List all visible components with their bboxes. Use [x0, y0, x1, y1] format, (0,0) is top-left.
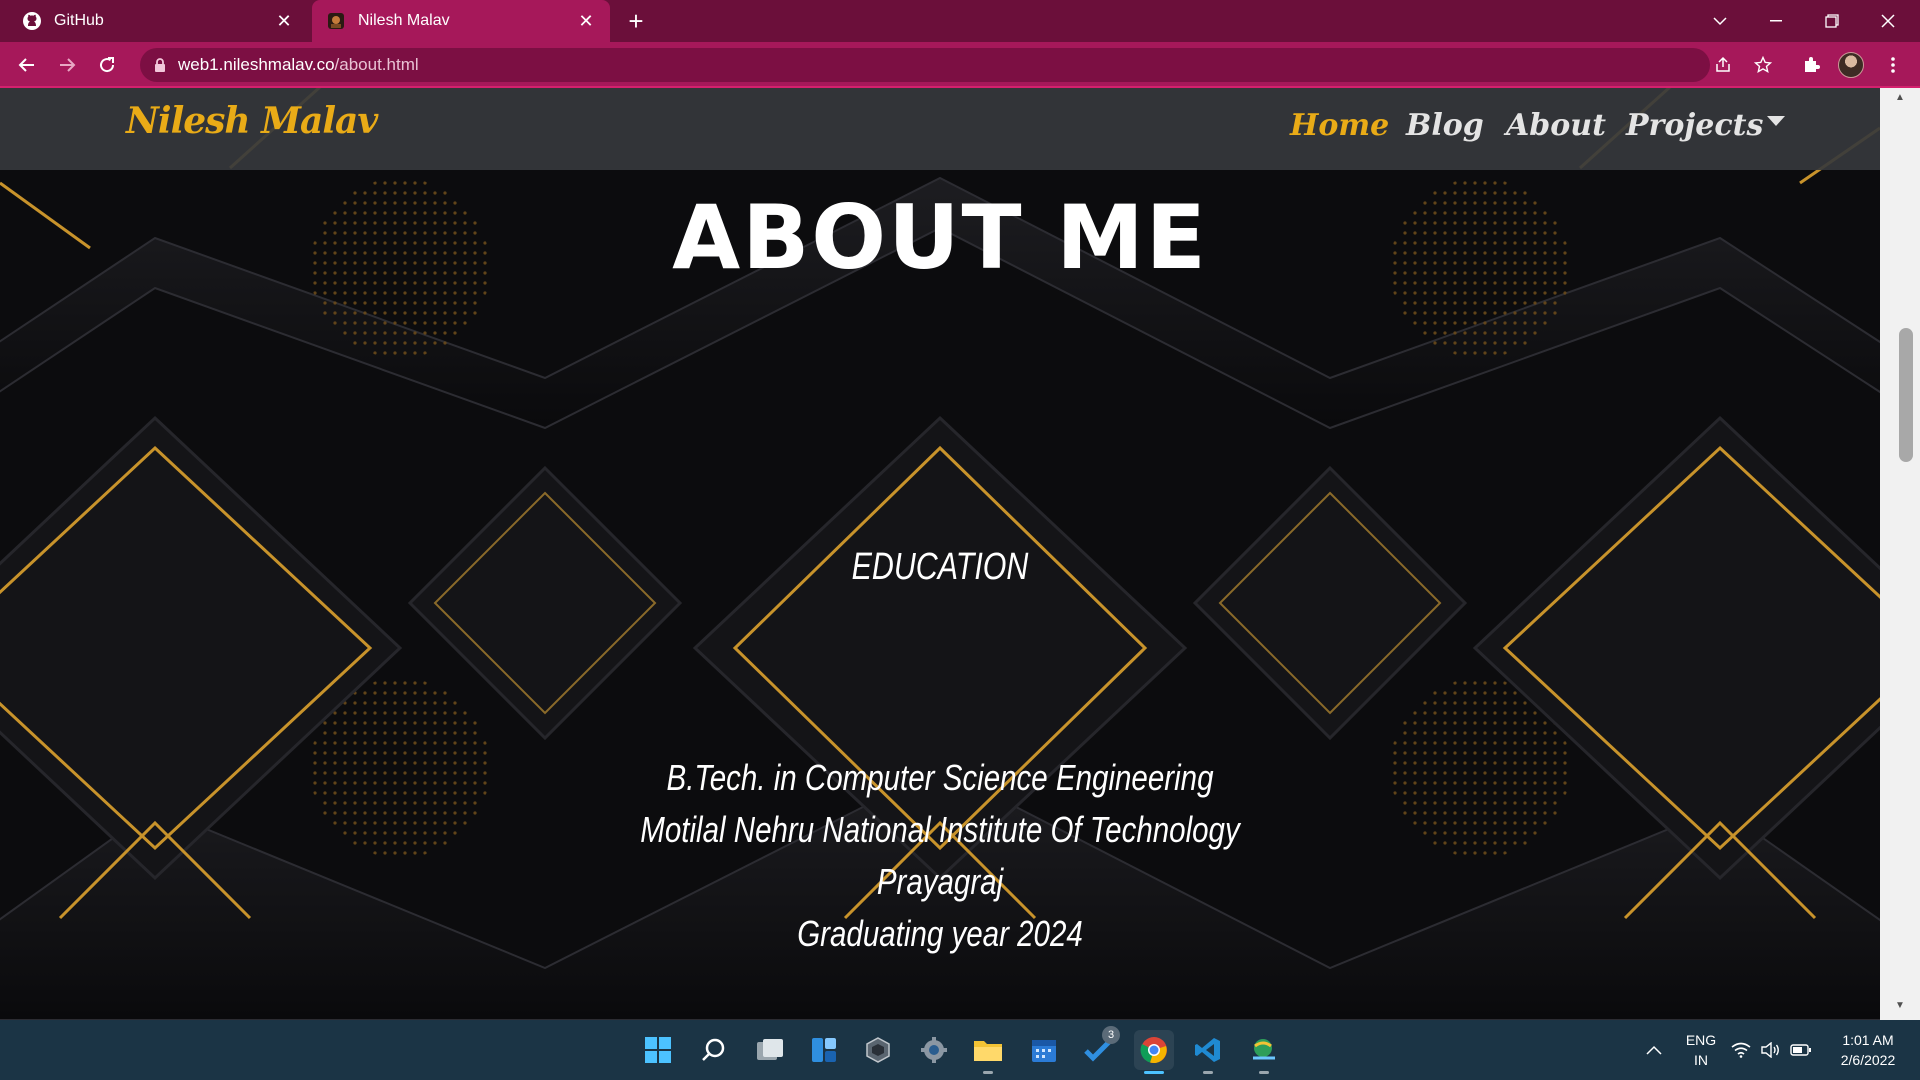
- running-indicator: [1203, 1071, 1213, 1074]
- running-indicator: [1144, 1071, 1164, 1074]
- web-page: Nilesh Malav Home Blog About Projects AB…: [0, 88, 1880, 1020]
- scrollbar-thumb[interactable]: [1899, 328, 1913, 462]
- calendar-icon[interactable]: [1024, 1030, 1064, 1070]
- region-code: IN: [1694, 1052, 1708, 1068]
- education-details: B.Tech. in Computer Science Engineering …: [0, 752, 1880, 960]
- site-brand-logo[interactable]: Nilesh Malav: [126, 100, 378, 142]
- scroll-up-icon[interactable]: ▲: [1892, 92, 1908, 108]
- running-indicator: [1259, 1071, 1269, 1074]
- settings-gear-icon[interactable]: [914, 1030, 954, 1070]
- todo-icon[interactable]: 3: [1078, 1026, 1120, 1070]
- page-title: ABOUT ME: [672, 186, 1208, 289]
- scroll-down-icon[interactable]: ▼: [1892, 1000, 1908, 1016]
- nav-projects-label: Projects: [1626, 108, 1764, 143]
- search-icon[interactable]: [694, 1030, 734, 1070]
- chrome-icon[interactable]: [1134, 1030, 1174, 1074]
- wifi-icon[interactable]: [1726, 1030, 1756, 1070]
- notification-badge: 3: [1102, 1026, 1120, 1044]
- file-explorer-icon[interactable]: [968, 1030, 1008, 1074]
- browser-tabstrip: GitHub ✕ Nilesh Malav ✕ +: [0, 0, 1920, 42]
- close-tab-icon[interactable]: ✕: [576, 11, 596, 31]
- tab-nilesh-malav[interactable]: Nilesh Malav ✕: [312, 0, 610, 42]
- education-city: Prayagraj: [876, 861, 1004, 902]
- windows-start-icon[interactable]: [638, 1030, 678, 1070]
- address-bar[interactable]: web1.nileshmalav.co/about.html: [140, 48, 1710, 82]
- site-navbar: Nilesh Malav Home Blog About Projects: [0, 88, 1880, 170]
- minimize-icon[interactable]: [1748, 0, 1804, 42]
- tab-title: Nilesh Malav: [358, 12, 450, 29]
- education-graduation-year: Graduating year 2024: [797, 913, 1083, 954]
- hexagon-app-icon[interactable]: [858, 1030, 898, 1070]
- page-scrollbar[interactable]: ▲ ▼: [1880, 88, 1920, 1020]
- lock-icon: [154, 58, 166, 72]
- tab-github[interactable]: GitHub ✕: [8, 0, 308, 42]
- battery-icon[interactable]: [1786, 1030, 1816, 1070]
- menu-kebab-icon[interactable]: [1878, 50, 1908, 80]
- vscode-icon[interactable]: [1188, 1030, 1228, 1074]
- new-tab-button[interactable]: +: [622, 8, 650, 36]
- clock-date: 2/6/2022: [1840, 1052, 1896, 1068]
- section-heading-education: EDUCATION: [851, 546, 1029, 588]
- close-window-icon[interactable]: [1860, 0, 1916, 42]
- windows-taskbar: 3 ENG IN 1:01 AM 2/6/2022: [0, 1020, 1920, 1080]
- chevron-down-icon: [1767, 116, 1786, 126]
- task-view-icon[interactable]: [750, 1030, 790, 1070]
- nav-blog-link[interactable]: Blog: [1406, 108, 1484, 143]
- forward-icon[interactable]: [52, 50, 82, 80]
- url-path: /about.html: [334, 55, 419, 74]
- bookmark-star-icon[interactable]: [1748, 50, 1778, 80]
- chevron-up-icon[interactable]: [1634, 1030, 1674, 1070]
- url-host: web1.nileshmalav.co: [178, 55, 335, 74]
- tab-title: GitHub: [54, 12, 104, 29]
- back-icon[interactable]: [12, 50, 42, 80]
- nav-about-link[interactable]: About: [1506, 108, 1606, 143]
- language-indicator[interactable]: ENG IN: [1682, 1030, 1720, 1070]
- education-institute: Motilal Nehru National Institute Of Tech…: [640, 809, 1240, 850]
- volume-icon[interactable]: [1756, 1030, 1786, 1070]
- extensions-icon[interactable]: [1796, 50, 1826, 80]
- globe-app-icon[interactable]: [1244, 1030, 1284, 1074]
- restore-icon[interactable]: [1804, 0, 1860, 42]
- profile-avatar[interactable]: [1836, 50, 1866, 80]
- system-clock[interactable]: 1:01 AM 2/6/2022: [1828, 1030, 1908, 1070]
- share-icon[interactable]: [1708, 50, 1738, 80]
- nav-projects-dropdown[interactable]: Projects: [1626, 108, 1786, 143]
- github-icon: [22, 11, 42, 31]
- close-tab-icon[interactable]: ✕: [274, 11, 294, 31]
- language-code: ENG: [1685, 1032, 1717, 1048]
- tab-search-icon[interactable]: [1692, 0, 1748, 42]
- nav-home-link[interactable]: Home: [1290, 108, 1389, 143]
- education-degree: B.Tech. in Computer Science Engineering: [666, 757, 1214, 798]
- running-indicator: [983, 1071, 993, 1074]
- reload-icon[interactable]: [92, 50, 122, 80]
- browser-toolbar: web1.nileshmalav.co/about.html: [0, 42, 1920, 88]
- clock-time: 1:01 AM: [1842, 1032, 1894, 1048]
- widgets-icon[interactable]: [804, 1030, 844, 1070]
- site-favicon-icon: [326, 11, 346, 31]
